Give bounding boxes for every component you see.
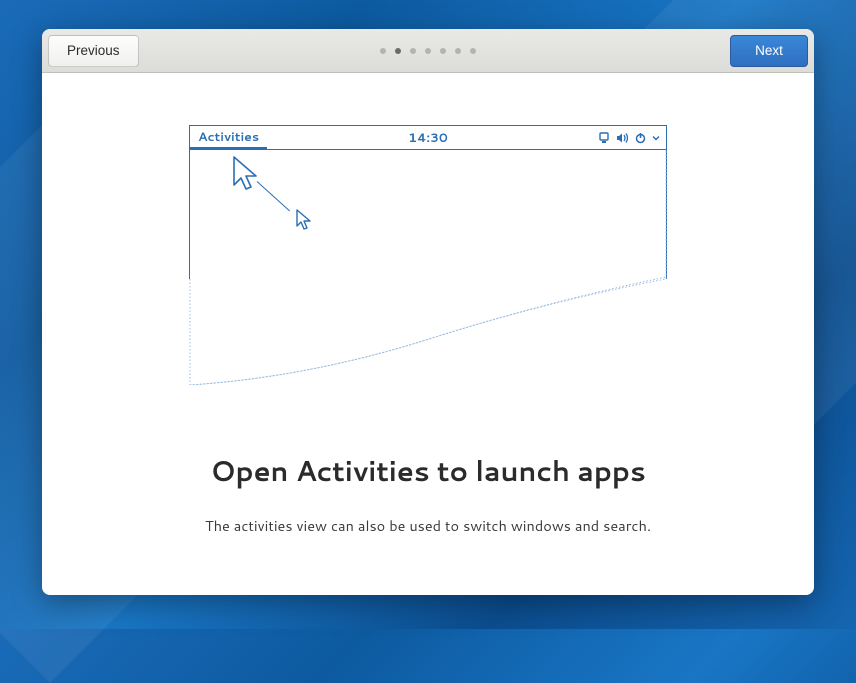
cursor-small-icon xyxy=(295,209,313,237)
page-dot xyxy=(425,48,431,54)
chevron-down-icon xyxy=(652,132,660,144)
welcome-tour-window: Previous Next Activities 14:30 xyxy=(42,29,814,595)
page-indicator xyxy=(380,48,476,54)
volume-icon xyxy=(616,132,629,144)
clock-label: 14:30 xyxy=(408,129,448,147)
cursor-large-icon xyxy=(231,155,263,201)
page-dot-active xyxy=(395,48,401,54)
previous-button-label: Previous xyxy=(67,43,120,58)
power-icon xyxy=(635,132,646,144)
page-dot xyxy=(410,48,416,54)
next-button-label: Next xyxy=(755,43,783,58)
header-bar: Previous Next xyxy=(42,29,814,73)
previous-button[interactable]: Previous xyxy=(48,35,139,67)
page-dot xyxy=(380,48,386,54)
page-dot xyxy=(470,48,476,54)
page-dot xyxy=(455,48,461,54)
page-dot xyxy=(440,48,446,54)
illustration-topbar: Activities 14:30 xyxy=(189,125,667,149)
accessibility-icon xyxy=(598,132,610,144)
next-button[interactable]: Next xyxy=(730,35,808,67)
activities-illustration: Activities 14:30 xyxy=(189,125,667,385)
content-area: Activities 14:30 xyxy=(42,73,814,595)
page-subtitle: The activities view can also be used to … xyxy=(205,515,651,536)
system-status-area xyxy=(598,132,660,144)
activities-label: Activities xyxy=(198,128,259,146)
page-title: Open Activities to launch apps xyxy=(210,451,645,491)
activities-hotcorner: Activities xyxy=(190,126,267,149)
